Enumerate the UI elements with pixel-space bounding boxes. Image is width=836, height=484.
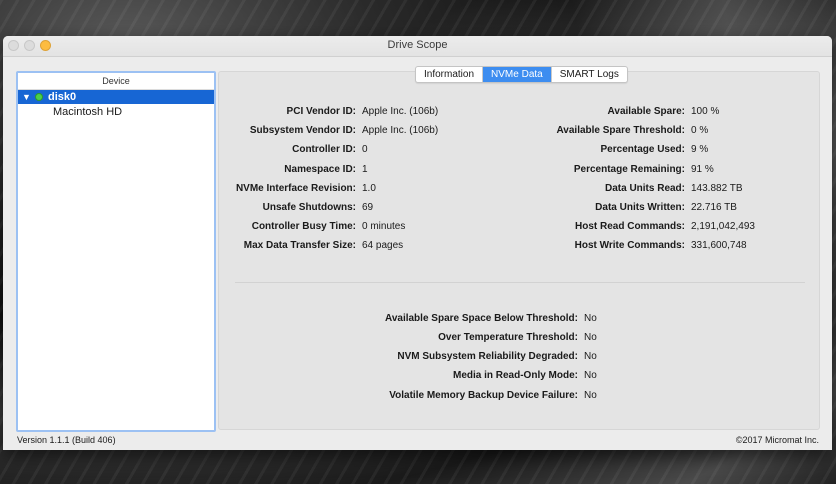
field-label: Available Spare Threshold:: [556, 125, 685, 136]
sidebar-header: Device: [18, 73, 214, 90]
field-value: 100 %: [691, 106, 720, 117]
field-label: Data Units Written:: [595, 202, 685, 213]
tab-information[interactable]: Information: [416, 67, 484, 82]
tab-nvme-data[interactable]: NVMe Data: [483, 67, 552, 82]
field-value: 91 %: [691, 164, 714, 175]
field-value: 0 minutes: [362, 221, 406, 232]
field-value: 143.882 TB: [691, 183, 743, 194]
field-label: Controller Busy Time:: [251, 221, 356, 232]
field-value: No: [584, 313, 597, 324]
sidebar-item-disk0[interactable]: ▼ disk0: [18, 90, 214, 104]
app-window: Drive Scope Device ▼ disk0 Macintosh HD …: [3, 36, 832, 450]
field-label: Available Spare Space Below Threshold:: [384, 313, 578, 324]
sidebar-item-macintosh-hd[interactable]: Macintosh HD: [18, 104, 214, 120]
field-value: No: [584, 351, 597, 362]
field-label: Media in Read-Only Mode:: [452, 370, 578, 381]
field-label: Volatile Memory Backup Device Failure:: [389, 390, 578, 401]
field-value: Apple Inc. (106b): [362, 125, 439, 136]
field-label: NVM Subsystem Reliability Degraded:: [397, 351, 578, 362]
field-label: Controller ID:: [292, 144, 356, 155]
field-value: 64 pages: [362, 240, 404, 251]
field-value: 1: [362, 164, 368, 175]
field-value: 1.0: [362, 183, 376, 194]
disclosure-triangle-icon[interactable]: ▼: [22, 90, 31, 104]
field-label: Max Data Transfer Size:: [243, 240, 356, 251]
field-label: Data Units Read:: [604, 183, 685, 194]
field-label: Host Write Commands:: [574, 240, 685, 251]
field-label: Subsystem Vendor ID:: [249, 125, 356, 136]
field-label: Available Spare:: [607, 106, 685, 117]
field-value: 69: [362, 202, 374, 213]
status-dot-icon: [35, 93, 43, 101]
device-sidebar: Device ▼ disk0 Macintosh HD: [16, 71, 216, 432]
section-divider: [235, 282, 805, 283]
field-label: Namespace ID:: [284, 164, 356, 175]
window-title: Drive Scope: [387, 39, 448, 51]
version-label: Version 1.1.1 (Build 406): [17, 435, 116, 445]
field-label: PCI Vendor ID:: [286, 106, 356, 117]
field-value: No: [584, 370, 597, 381]
field-value: 2,191,042,493: [691, 221, 755, 232]
field-value: 22.716 TB: [691, 202, 737, 213]
field-label: Percentage Used:: [600, 144, 685, 155]
field-label: Host Read Commands:: [574, 221, 685, 232]
tab-bar: Information NVMe Data SMART Logs: [415, 66, 628, 83]
field-value: No: [584, 390, 597, 401]
field-value: No: [584, 332, 597, 343]
field-label: Percentage Remaining:: [573, 164, 685, 175]
disk-label: disk0: [48, 91, 77, 103]
field-value: Apple Inc. (106b): [362, 106, 439, 117]
field-label: NVMe Interface Revision:: [235, 183, 356, 194]
field-value: 9 %: [691, 144, 709, 155]
field-value: 0 %: [691, 125, 709, 136]
copyright-label: ©2017 Micromat Inc.: [735, 435, 819, 445]
field-value: 0: [362, 144, 368, 155]
field-label: Over Temperature Threshold:: [438, 332, 578, 343]
field-label: Unsafe Shutdowns:: [262, 202, 356, 213]
title-bar[interactable]: Drive Scope: [3, 36, 832, 57]
tab-smart-logs[interactable]: SMART Logs: [552, 67, 627, 82]
field-value: 331,600,748: [691, 240, 747, 251]
